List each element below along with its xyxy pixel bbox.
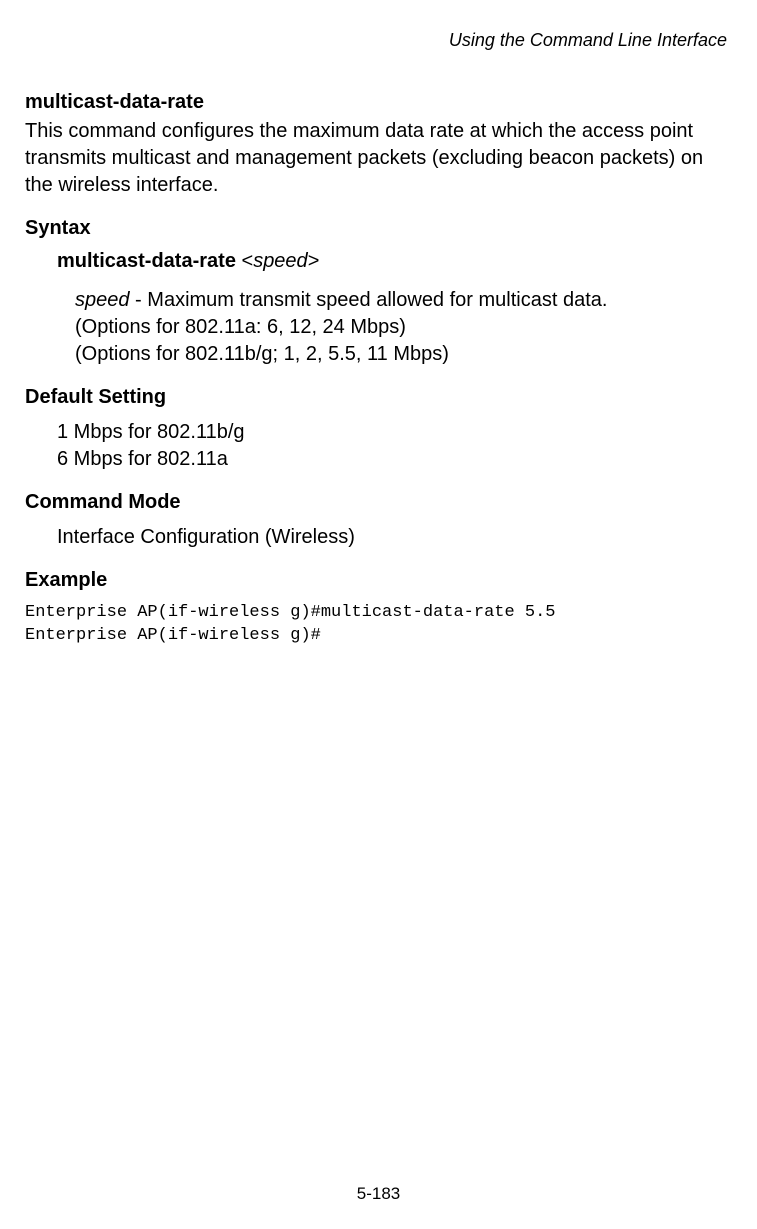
chapter-header: Using the Command Line Interface bbox=[25, 30, 732, 51]
example-section: Example Enterprise AP(if-wireless g)#mul… bbox=[25, 569, 732, 648]
param-desc-line1: Maximum transmit speed allowed for multi… bbox=[147, 289, 607, 311]
syntax-arg-close: > bbox=[308, 250, 320, 272]
default-line2: 6 Mbps for 802.11a bbox=[57, 448, 228, 470]
mode-section: Command Mode Interface Configuration (Wi… bbox=[25, 491, 732, 551]
syntax-arg-open: < bbox=[236, 250, 253, 272]
mode-text: Interface Configuration (Wireless) bbox=[57, 524, 732, 551]
param-desc-line2: (Options for 802.11a: 6, 12, 24 Mbps) bbox=[75, 316, 406, 338]
example-line2: Enterprise AP(if-wireless g)# bbox=[25, 626, 321, 645]
syntax-section: Syntax multicast-data-rate <speed> speed… bbox=[25, 217, 732, 368]
syntax-usage-line: multicast-data-rate <speed> bbox=[57, 250, 732, 273]
syntax-arg-name: speed bbox=[253, 250, 308, 272]
syntax-command-name: multicast-data-rate bbox=[57, 250, 236, 272]
param-name: speed bbox=[75, 289, 130, 311]
syntax-heading: Syntax bbox=[25, 217, 732, 240]
param-description: speed - Maximum transmit speed allowed f… bbox=[75, 287, 732, 368]
example-heading: Example bbox=[25, 569, 732, 592]
example-line1: Enterprise AP(if-wireless g)#multicast-d… bbox=[25, 603, 556, 622]
page-number: 5-183 bbox=[0, 1184, 757, 1204]
command-title: multicast-data-rate bbox=[25, 91, 732, 114]
default-section: Default Setting 1 Mbps for 802.11b/g 6 M… bbox=[25, 386, 732, 473]
param-sep: - bbox=[130, 289, 148, 311]
command-description: This command configures the maximum data… bbox=[25, 118, 732, 199]
example-code-block: Enterprise AP(if-wireless g)#multicast-d… bbox=[25, 602, 732, 648]
default-text: 1 Mbps for 802.11b/g 6 Mbps for 802.11a bbox=[57, 419, 732, 473]
default-line1: 1 Mbps for 802.11b/g bbox=[57, 421, 245, 443]
mode-heading: Command Mode bbox=[25, 491, 732, 514]
page-content: multicast-data-rate This command configu… bbox=[25, 91, 732, 648]
default-heading: Default Setting bbox=[25, 386, 732, 409]
param-desc-line3: (Options for 802.11b/g; 1, 2, 5.5, 11 Mb… bbox=[75, 343, 449, 365]
